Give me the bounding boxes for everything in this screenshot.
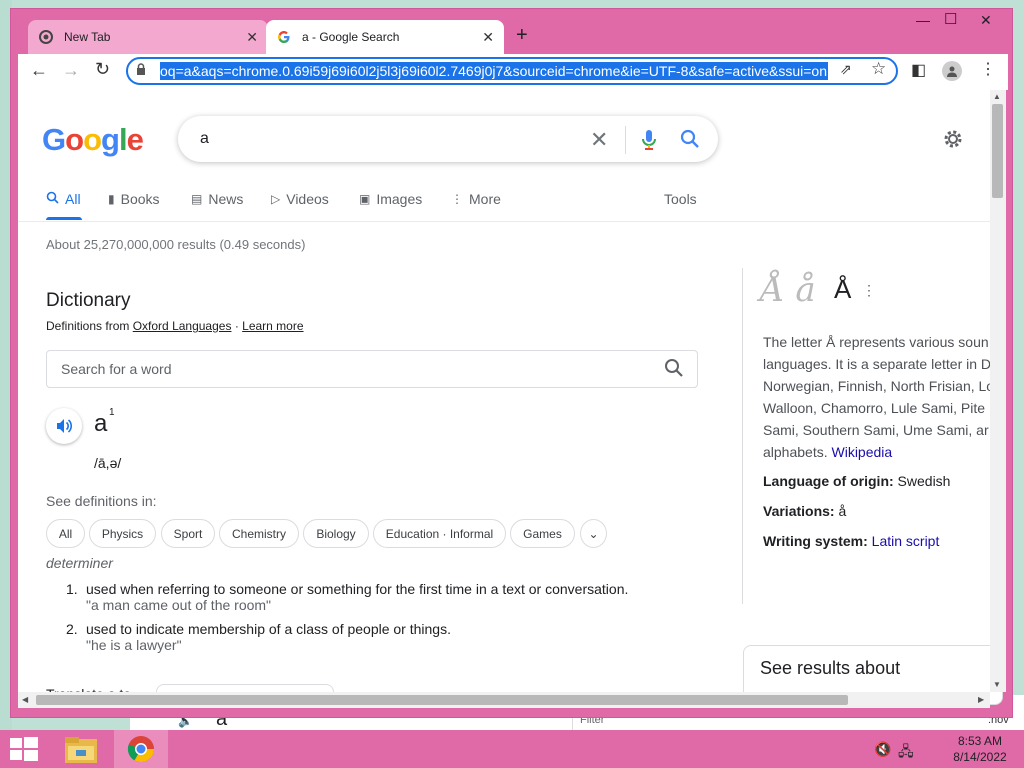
forward-arrow-icon[interactable]: → xyxy=(62,60,80,81)
tab-images[interactable]: ▣ Images xyxy=(359,191,422,207)
tab-label: New Tab xyxy=(64,30,111,44)
learn-more-link[interactable]: Learn more xyxy=(242,319,303,333)
system-clock[interactable]: 8:53 AM 8/14/2022 xyxy=(940,733,1020,765)
chip-education-informal[interactable]: Education · Informal xyxy=(373,519,506,548)
wikipedia-link[interactable]: Wikipedia xyxy=(832,444,893,460)
lock-icon[interactable] xyxy=(136,63,148,77)
share-icon[interactable]: ⇗ xyxy=(840,61,852,78)
search-magnifier-icon[interactable] xyxy=(680,129,700,154)
dictionary-title: Dictionary xyxy=(46,290,131,311)
search-icon xyxy=(46,191,59,207)
oxford-link[interactable]: Oxford Languages xyxy=(133,319,232,333)
result-stats: About 25,270,000,000 results (0.49 secon… xyxy=(46,237,306,252)
windows-start-icon[interactable] xyxy=(10,737,38,766)
chip-chemistry[interactable]: Chemistry xyxy=(219,519,299,548)
maximize-icon[interactable]: ☐ xyxy=(944,10,957,28)
latin-script-link[interactable]: Latin script xyxy=(872,533,940,549)
menu-kebab-icon[interactable]: ⋮ xyxy=(980,59,996,79)
fact-writing-system: Writing system: Latin script xyxy=(763,533,940,549)
tab-more[interactable]: ⋮ More xyxy=(451,191,501,207)
chip-all[interactable]: All xyxy=(46,519,85,548)
chip-physics[interactable]: Physics xyxy=(89,519,156,548)
definition-item: 1. used when referring to someone or some… xyxy=(66,581,629,597)
panel-title: Å xyxy=(834,274,852,304)
search-input[interactable]: a xyxy=(200,130,209,148)
more-options-icon[interactable]: ⋮ xyxy=(862,282,876,299)
close-tab-icon[interactable]: ✕ xyxy=(482,29,494,46)
fact-variations: Variations: å xyxy=(763,503,847,519)
panel-description: The letter Å represents various soun lan… xyxy=(763,334,993,460)
chrome-icon xyxy=(38,29,54,45)
speaker-icon xyxy=(57,419,73,433)
tab-news[interactable]: ▤ News xyxy=(191,191,243,207)
search-divider xyxy=(625,126,626,154)
definition-example: "a man came out of the room" xyxy=(86,597,272,613)
tab-new-tab[interactable]: New Tab ✕ xyxy=(28,20,268,54)
book-icon: ▮ xyxy=(108,192,115,206)
address-text[interactable]: oq=a&aqs=chrome.0.69i59j69i60l2j5l3j69i6… xyxy=(160,62,828,80)
tab-bar: New Tab ✕ a - Google Search ✕ xyxy=(18,14,1008,54)
tab-all[interactable]: All xyxy=(46,191,81,207)
volume-muted-icon[interactable]: 🔇 xyxy=(874,741,891,758)
video-icon: ▷ xyxy=(271,192,281,206)
scroll-left-icon[interactable]: ◀ xyxy=(22,695,28,704)
close-tab-icon[interactable]: ✕ xyxy=(246,29,258,46)
tab-label: a - Google Search xyxy=(302,30,400,44)
tools-button[interactable]: Tools xyxy=(664,191,697,207)
headword-superscript: 1 xyxy=(109,407,115,418)
part-of-speech: determiner xyxy=(46,555,113,571)
google-logo[interactable]: Google xyxy=(42,122,144,158)
tab-videos[interactable]: ▷ Videos xyxy=(271,191,329,207)
scroll-right-icon[interactable]: ▶ xyxy=(978,695,984,704)
more-dots-icon: ⋮ xyxy=(451,192,463,206)
scroll-up-icon[interactable]: ▲ xyxy=(993,92,1001,101)
tab-books[interactable]: ▮ Books xyxy=(108,191,160,207)
search-icon[interactable] xyxy=(664,358,684,383)
image-icon: ▣ xyxy=(359,192,371,206)
headword: a xyxy=(94,410,108,437)
scroll-down-icon[interactable]: ▼ xyxy=(993,680,1001,689)
tab-google-search[interactable]: a - Google Search ✕ xyxy=(266,20,504,54)
news-icon: ▤ xyxy=(191,192,203,206)
pronunciation-audio-button[interactable] xyxy=(46,408,82,444)
gear-icon[interactable] xyxy=(942,128,964,155)
dictionary-source: Definitions from Oxford Languages · Lear… xyxy=(46,319,304,333)
chip-sport[interactable]: Sport xyxy=(161,519,215,548)
vertical-scroll-thumb[interactable] xyxy=(992,104,1003,198)
definition-example: "he is a lawyer" xyxy=(86,637,182,653)
active-tab-indicator xyxy=(46,217,82,220)
chip-biology[interactable]: Biology xyxy=(303,519,369,548)
profile-icon[interactable] xyxy=(942,61,962,81)
minimize-icon[interactable]: — xyxy=(916,12,930,28)
definition-item: 2. used to indicate membership of a class… xyxy=(66,621,451,637)
clear-search-icon[interactable]: ✕ xyxy=(590,127,608,153)
word-search-placeholder[interactable]: Search for a word xyxy=(61,361,172,377)
see-definitions-label: See definitions in: xyxy=(46,493,157,509)
fact-language-origin: Language of origin: Swedish xyxy=(763,473,951,489)
nav-divider xyxy=(18,221,990,222)
chevron-down-icon[interactable]: ⌄ xyxy=(580,519,607,548)
network-icon[interactable]: 🖧 xyxy=(898,741,914,765)
horizontal-scroll-thumb[interactable] xyxy=(36,695,848,705)
new-tab-plus-icon[interactable]: + xyxy=(516,24,528,47)
chip-games[interactable]: Games xyxy=(510,519,575,548)
phonetic: /ā,ə/ xyxy=(94,455,122,471)
google-g-icon xyxy=(276,29,292,45)
file-explorer-icon[interactable] xyxy=(64,734,98,768)
back-arrow-icon[interactable]: ← xyxy=(30,60,48,81)
bookmark-star-icon[interactable]: ☆ xyxy=(871,59,886,79)
window-close-icon[interactable]: ✕ xyxy=(980,12,992,29)
microphone-icon[interactable] xyxy=(640,129,658,156)
search-box[interactable] xyxy=(178,116,718,162)
letter-image[interactable]: Å å xyxy=(760,270,816,310)
chrome-taskbar-icon[interactable] xyxy=(114,730,168,768)
side-panel-icon[interactable]: ◧ xyxy=(911,60,926,80)
panel-divider xyxy=(742,268,743,604)
reload-icon[interactable]: ↻ xyxy=(95,59,110,80)
see-results-label: See results about xyxy=(760,658,901,678)
